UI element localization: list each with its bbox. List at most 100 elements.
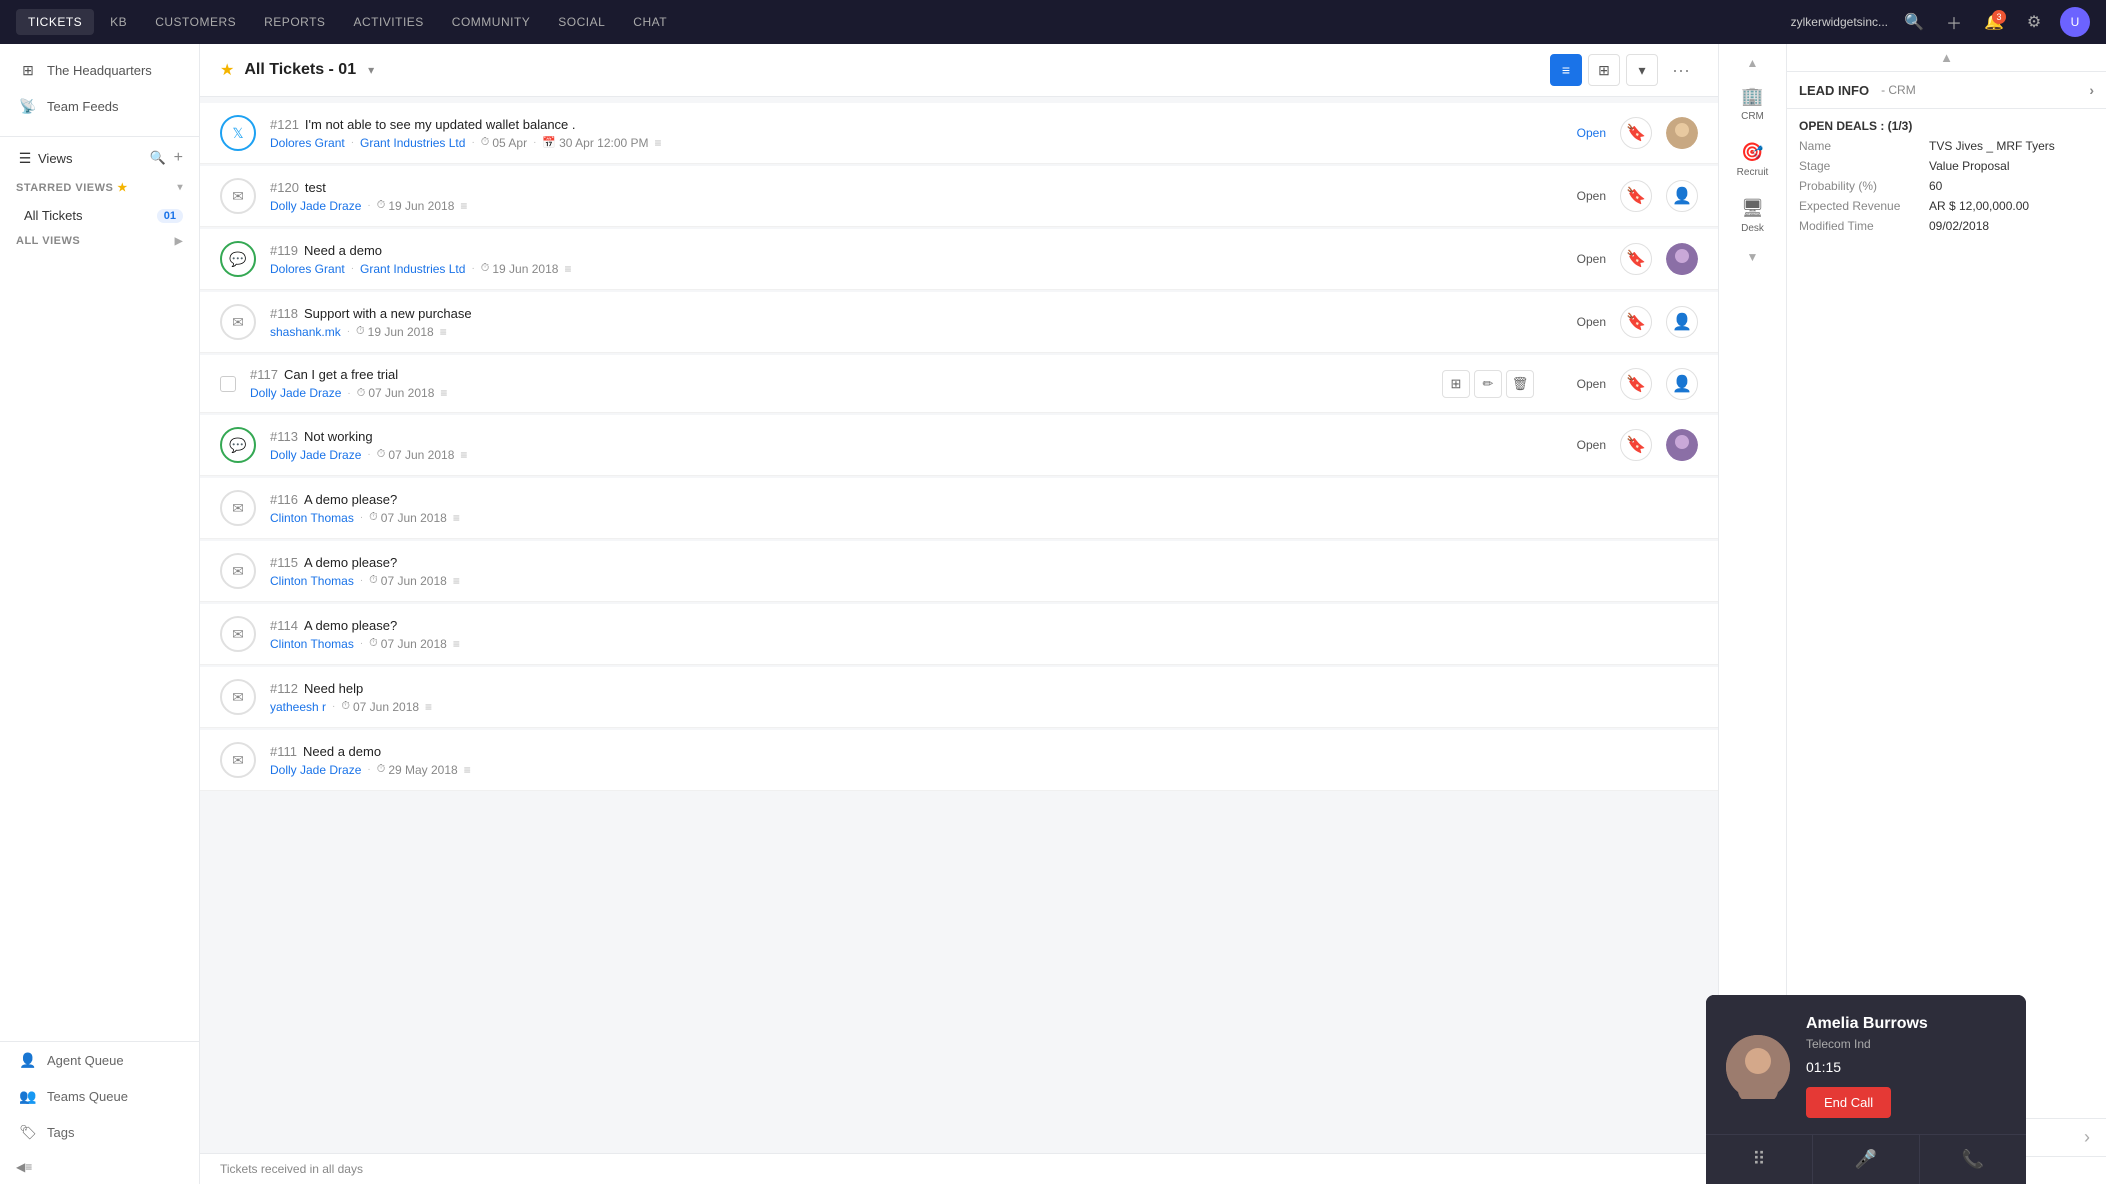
deal-name-value: TVS Jives _ MRF Tyers xyxy=(1929,139,2055,153)
panel-scroll-up[interactable]: ▲ xyxy=(1787,44,2106,72)
table-row[interactable]: ✉ #112 Need help yatheesh r · ⏱07 Jun 20… xyxy=(200,667,1718,728)
search-icon-btn[interactable]: 🔍 xyxy=(1900,8,1928,36)
ticket-subject: I'm not able to see my updated wallet ba… xyxy=(305,117,576,132)
deal-name-label: Name xyxy=(1799,139,1929,153)
ticket-status: Open xyxy=(1556,252,1606,266)
open-deals-header: OPEN DEALS : (1/3) xyxy=(1787,109,2106,139)
ticket-checkbox[interactable] xyxy=(220,376,236,392)
ticket-company[interactable]: Grant Industries Ltd xyxy=(360,262,465,276)
ticket-content: #116 A demo please? Clinton Thomas · ⏱07… xyxy=(270,492,1698,525)
ticket-date: ⏱07 Jun 2018 xyxy=(369,574,447,588)
assign-icon-btn[interactable]: 👤 xyxy=(1666,180,1698,212)
tickets-dropdown-icon[interactable]: ▾ xyxy=(368,63,374,77)
filter-button[interactable]: ▾ xyxy=(1626,54,1658,86)
ticket-contact[interactable]: Clinton Thomas xyxy=(270,637,354,651)
sidebar-item-headquarters[interactable]: ⊞ The Headquarters xyxy=(0,52,199,88)
float-nav-desk[interactable]: 🖥 Desk xyxy=(1719,190,1786,242)
keypad-icon-btn[interactable]: ⠿ xyxy=(1706,1135,1813,1184)
ticket-contact[interactable]: Clinton Thomas xyxy=(270,511,354,525)
nav-item-activities[interactable]: ACTIVITIES xyxy=(341,9,435,35)
table-row[interactable]: 💬 #113 Not working Dolly Jade Draze · ⏱0… xyxy=(200,415,1718,476)
mute-icon-btn[interactable]: 🎤 xyxy=(1813,1135,1920,1184)
nav-item-tickets[interactable]: TICKETS xyxy=(16,9,94,35)
float-scroll-up[interactable]: ▲ xyxy=(1743,52,1763,74)
nav-item-customers[interactable]: CUSTOMERS xyxy=(143,9,248,35)
ticket-contact[interactable]: Clinton Thomas xyxy=(270,574,354,588)
ticket-contact[interactable]: Dolly Jade Draze xyxy=(270,199,361,213)
edit-icon-btn[interactable]: ✏ xyxy=(1474,370,1502,398)
lead-info-expand-icon[interactable]: › xyxy=(2089,82,2094,98)
nav-item-reports[interactable]: REPORTS xyxy=(252,9,337,35)
bookmark-icon-btn[interactable]: 🔖 xyxy=(1620,243,1652,275)
float-nav-crm[interactable]: 🏢 CRM xyxy=(1719,78,1786,130)
assign-icon-btn[interactable]: 👤 xyxy=(1666,306,1698,338)
panel-next-icon[interactable]: › xyxy=(2084,1127,2090,1148)
nav-item-kb[interactable]: KB xyxy=(98,9,139,35)
deal-probability-label: Probability (%) xyxy=(1799,179,1929,193)
table-row[interactable]: 💬 #119 Need a demo Dolores Grant · Grant… xyxy=(200,229,1718,290)
merge-icon-btn[interactable]: ⊞ xyxy=(1442,370,1470,398)
settings-icon-btn[interactable]: ⚙ xyxy=(2020,8,2048,36)
deal-revenue-row: Expected Revenue AR $ 12,00,000.00 xyxy=(1799,199,2094,213)
ticket-subject: test xyxy=(305,180,326,195)
ticket-subject: Can I get a free trial xyxy=(284,367,398,382)
ticket-number: #115 xyxy=(270,555,298,570)
table-row[interactable]: #117 Can I get a free trial Dolly Jade D… xyxy=(200,355,1718,413)
notifications-icon-btn[interactable]: 🔔 3 xyxy=(1980,8,2008,36)
sidebar-item-teams-queue[interactable]: 👥 Teams Queue xyxy=(0,1078,199,1114)
starred-views-arrow-icon[interactable]: ▾ xyxy=(177,182,183,193)
nav-right: zylkerwidgetsinc... 🔍 ＋ 🔔 3 ⚙ U xyxy=(1791,7,2090,37)
ticket-contact[interactable]: Dolly Jade Draze xyxy=(270,763,361,777)
table-row[interactable]: ✉ #116 A demo please? Clinton Thomas · ⏱… xyxy=(200,478,1718,539)
bookmark-icon-btn[interactable]: 🔖 xyxy=(1620,429,1652,461)
bookmark-icon-btn[interactable]: 🔖 xyxy=(1620,306,1652,338)
user-avatar[interactable]: U xyxy=(2060,7,2090,37)
bookmark-icon-btn[interactable]: 🔖 xyxy=(1620,117,1652,149)
views-label: Views xyxy=(38,151,145,166)
more-options-button[interactable]: ··· xyxy=(1664,56,1698,85)
sidebar-item-agent-queue[interactable]: 👤 Agent Queue xyxy=(0,1042,199,1078)
ticket-number: #113 xyxy=(270,429,298,444)
list-view-button[interactable]: ≡ xyxy=(1550,54,1582,86)
ticket-contact[interactable]: Dolores Grant xyxy=(270,136,345,150)
nav-item-chat[interactable]: CHAT xyxy=(621,9,679,35)
nav-item-community[interactable]: COMMUNITY xyxy=(440,9,543,35)
collapse-sidebar-button[interactable]: ◀≡ xyxy=(0,1150,199,1184)
deal-modified-row: Modified Time 09/02/2018 xyxy=(1799,219,2094,233)
table-row[interactable]: ✉ #118 Support with a new purchase shash… xyxy=(200,292,1718,353)
teams-queue-label: Teams Queue xyxy=(47,1089,183,1104)
ticket-date: ⏱07 Jun 2018 xyxy=(341,700,419,714)
search-icon[interactable]: 🔍 xyxy=(149,150,165,166)
grid-view-button[interactable]: ⊞ xyxy=(1588,54,1620,86)
nav-item-social[interactable]: SOCIAL xyxy=(546,9,617,35)
ticket-contact[interactable]: yatheesh r xyxy=(270,700,326,714)
ticket-contact[interactable]: shashank.mk xyxy=(270,325,341,339)
notes-icon: ≡ xyxy=(464,763,471,777)
add-icon-btn[interactable]: ＋ xyxy=(1940,8,1968,36)
assign-icon-btn[interactable]: 👤 xyxy=(1666,368,1698,400)
ticket-company[interactable]: Grant Industries Ltd xyxy=(360,136,465,150)
sidebar-item-tags[interactable]: 🏷 Tags xyxy=(0,1114,199,1150)
add-view-icon[interactable]: + xyxy=(174,149,183,167)
table-row[interactable]: ✉ #120 test Dolly Jade Draze · ⏱19 Jun 2… xyxy=(200,166,1718,227)
table-row[interactable]: 𝕏 #121 I'm not able to see my updated wa… xyxy=(200,103,1718,164)
notes-icon: ≡ xyxy=(440,325,447,339)
phone-icon-btn[interactable]: 📞 xyxy=(1920,1135,2026,1184)
float-nav-recruit[interactable]: 🎯 Recruit xyxy=(1719,134,1786,186)
all-tickets-count: 01 xyxy=(157,209,183,223)
end-call-button[interactable]: End Call xyxy=(1806,1087,1891,1118)
sidebar-item-all-tickets[interactable]: All Tickets 01 xyxy=(0,200,199,231)
table-row[interactable]: ✉ #111 Need a demo Dolly Jade Draze · ⏱2… xyxy=(200,730,1718,791)
ticket-contact[interactable]: Dolly Jade Draze xyxy=(270,448,361,462)
bookmark-icon-btn[interactable]: 🔖 xyxy=(1620,180,1652,212)
all-views-arrow-icon[interactable]: ▶ xyxy=(175,236,183,247)
delete-icon-btn[interactable]: 🗑 xyxy=(1506,370,1534,398)
table-row[interactable]: ✉ #115 A demo please? Clinton Thomas · ⏱… xyxy=(200,541,1718,602)
tickets-star-icon[interactable]: ★ xyxy=(220,60,234,80)
ticket-contact[interactable]: Dolores Grant xyxy=(270,262,345,276)
sidebar-item-team-feeds[interactable]: 📡 Team Feeds xyxy=(0,88,199,124)
float-scroll-down[interactable]: ▼ xyxy=(1743,246,1763,268)
bookmark-icon-btn[interactable]: 🔖 xyxy=(1620,368,1652,400)
table-row[interactable]: ✉ #114 A demo please? Clinton Thomas · ⏱… xyxy=(200,604,1718,665)
ticket-contact[interactable]: Dolly Jade Draze xyxy=(250,386,341,400)
